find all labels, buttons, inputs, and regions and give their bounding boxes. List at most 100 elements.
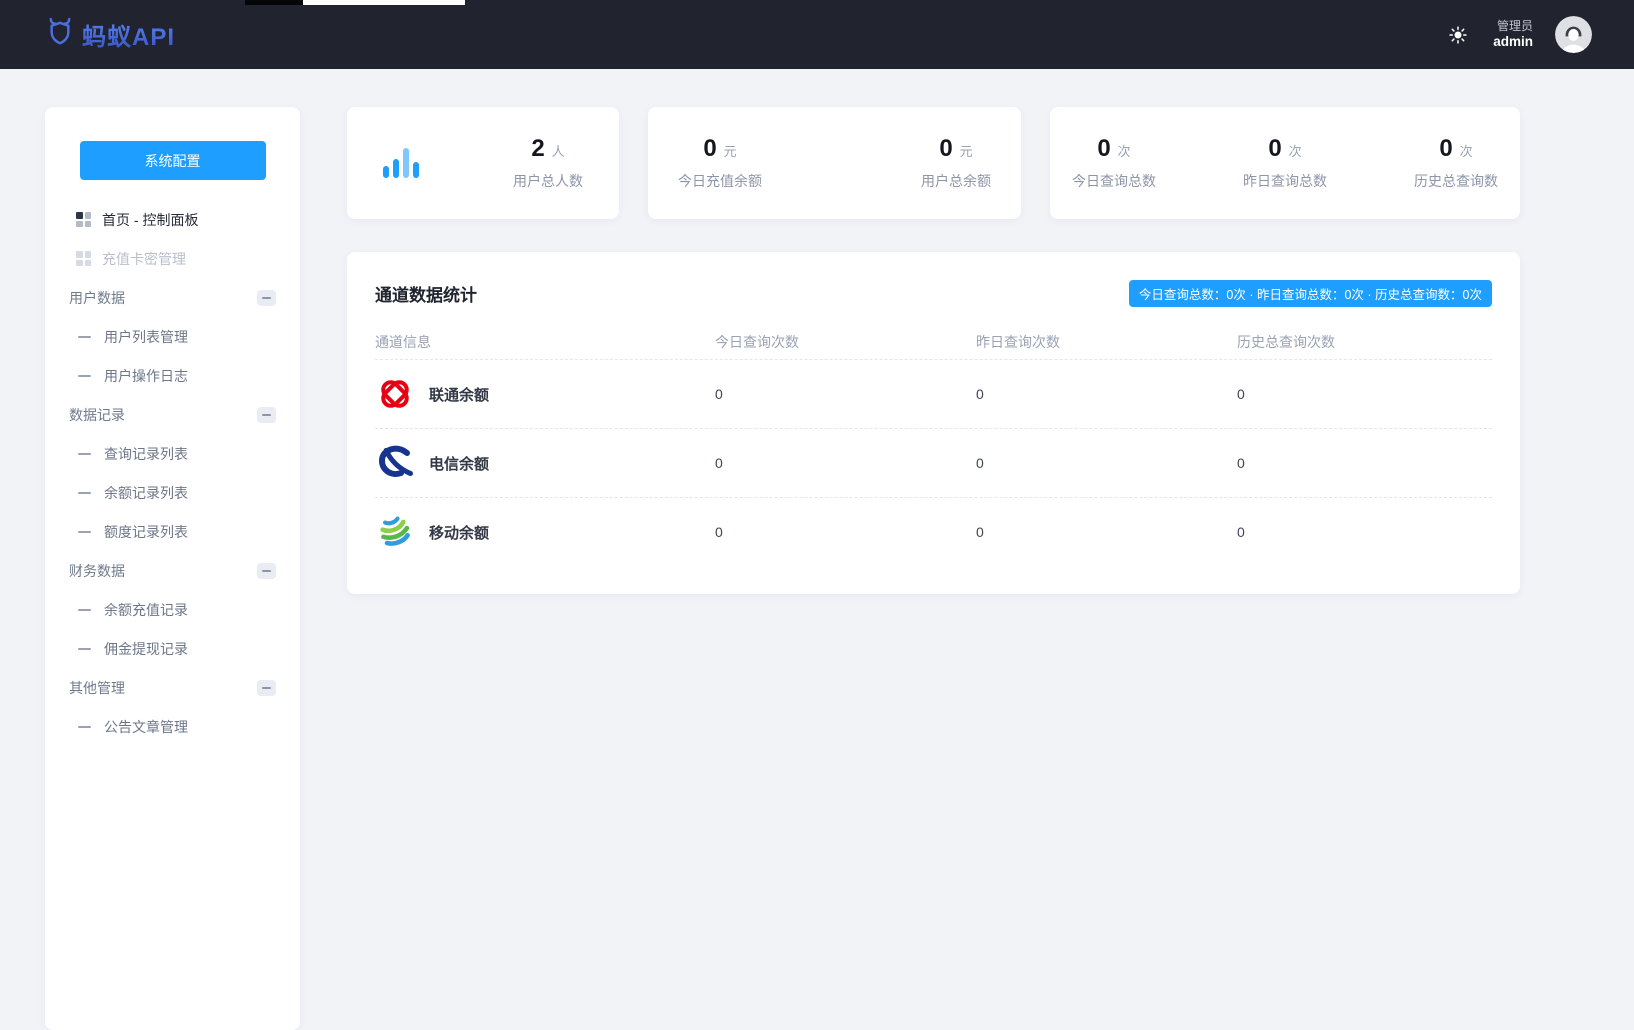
cell-total: 0 xyxy=(1237,386,1245,402)
summary-badge: 今日查询总数：0次 · 昨日查询总数：0次 · 历史总查询数：0次 xyxy=(1128,280,1492,307)
stat-block: 0 次 昨日查询总数 xyxy=(1243,135,1327,191)
stat-label: 用户总人数 xyxy=(513,173,583,189)
stat-label: 今日查询总数 xyxy=(1072,173,1156,189)
user-role: 管理员 xyxy=(1496,18,1533,33)
collapse-minus-icon[interactable] xyxy=(257,406,276,423)
channel-name: 移动余额 xyxy=(429,524,490,542)
cell-total: 0 xyxy=(1237,524,1245,540)
sidebar-section-label: 其他管理 xyxy=(69,679,125,696)
browser-tab-artifact-dark xyxy=(245,0,303,5)
stat-unit: 次 xyxy=(1288,144,1302,159)
sidebar-item-balance-records[interactable]: 余额记录列表 xyxy=(45,473,300,512)
dash-icon xyxy=(78,530,91,533)
stat-unit: 人 xyxy=(551,144,565,159)
col-header-channel: 通道信息 xyxy=(375,334,431,350)
sidebar-item-label: 用户操作日志 xyxy=(104,367,188,384)
stat-card-queries: 0 次 今日查询总数 0 次 昨日查询总数 0 次 历史总查询数 xyxy=(1050,107,1520,219)
dash-icon xyxy=(78,374,91,377)
sidebar-section-other-management[interactable]: 其他管理 xyxy=(45,668,300,707)
stat-label: 今日充值余额 xyxy=(678,173,762,189)
stat-unit: 次 xyxy=(1459,144,1473,159)
sidebar-item-label: 额度记录列表 xyxy=(104,523,188,540)
stat-block: 0 次 历史总查询数 xyxy=(1414,135,1498,191)
stat-block: 0 元 今日充值余额 xyxy=(678,135,762,191)
sidebar-item-label: 充值卡密管理 xyxy=(102,250,186,267)
sidebar-item-quota-records[interactable]: 额度记录列表 xyxy=(45,512,300,551)
collapse-minus-icon[interactable] xyxy=(257,289,276,306)
user-name: admin xyxy=(1493,33,1533,49)
system-config-button[interactable]: 系统配置 xyxy=(79,141,266,180)
sidebar-item-dashboard[interactable]: 首页 - 控制面板 xyxy=(45,200,300,239)
top-navbar: 蚂蚁API 管理员 admin xyxy=(0,0,1634,69)
sidebar-section-label: 用户数据 xyxy=(69,289,125,306)
col-header-today: 今日查询次数 xyxy=(715,334,799,350)
channel-stats-panel: 通道数据统计 今日查询总数：0次 · 昨日查询总数：0次 · 历史总查询数：0次… xyxy=(347,252,1520,594)
cell-today: 0 xyxy=(715,524,723,540)
channel-name: 电信余额 xyxy=(429,455,490,473)
sidebar-section-label: 财务数据 xyxy=(69,562,125,579)
table-row-unicom: 联通余额 0 0 0 xyxy=(375,359,1492,428)
cell-today: 0 xyxy=(715,386,723,402)
panel-title: 通道数据统计 xyxy=(375,286,477,305)
sidebar-item-recharge-records[interactable]: 余额充值记录 xyxy=(45,590,300,629)
channel-table: 通道信息 今日查询次数 昨日查询次数 历史总查询次数 联通余额 0 0 0 电信… xyxy=(375,325,1492,566)
collapse-minus-icon[interactable] xyxy=(257,562,276,579)
stat-value: 0 xyxy=(703,135,717,162)
sidebar-section-user-data[interactable]: 用户数据 xyxy=(45,278,300,317)
china-unicom-logo-icon xyxy=(375,374,415,414)
sidebar-item-label: 余额充值记录 xyxy=(104,601,188,618)
logo-text: 蚂蚁API xyxy=(82,17,175,52)
sidebar-item-label: 首页 - 控制面板 xyxy=(102,211,199,228)
sidebar-section-finance-data[interactable]: 财务数据 xyxy=(45,551,300,590)
app-logo[interactable]: 蚂蚁API xyxy=(45,17,175,52)
col-header-total: 历史总查询次数 xyxy=(1237,334,1335,350)
cell-yesterday: 0 xyxy=(976,524,984,540)
browser-tab-artifact-light xyxy=(303,0,465,5)
sidebar-item-commission-withdrawals[interactable]: 佣金提现记录 xyxy=(45,629,300,668)
dash-icon xyxy=(78,647,91,650)
dash-icon xyxy=(78,608,91,611)
stat-unit: 元 xyxy=(959,144,973,159)
theme-toggle-sun-icon[interactable] xyxy=(1445,22,1471,48)
stat-value: 0 xyxy=(939,135,953,162)
navbar-right: 管理员 admin xyxy=(1445,16,1592,53)
cell-yesterday: 0 xyxy=(976,455,984,471)
dash-icon xyxy=(78,335,91,338)
sidebar-item-query-records[interactable]: 查询记录列表 xyxy=(45,434,300,473)
cell-total: 0 xyxy=(1237,455,1245,471)
stat-label: 昨日查询总数 xyxy=(1243,173,1327,189)
user-info[interactable]: 管理员 admin xyxy=(1493,19,1533,51)
stat-card-users: 2 人 用户总人数 xyxy=(347,107,619,219)
table-row-telecom: 电信余额 0 0 0 xyxy=(375,428,1492,497)
grid-icon xyxy=(76,251,91,266)
avatar[interactable] xyxy=(1555,16,1592,53)
sidebar-item-label: 查询记录列表 xyxy=(104,445,188,462)
stat-card-balances: 0 元 今日充值余额 0 元 用户总余额 xyxy=(648,107,1021,219)
sidebar-item-recharge-cards[interactable]: 充值卡密管理 xyxy=(45,239,300,278)
grid-icon xyxy=(76,212,91,227)
table-header-row: 通道信息 今日查询次数 昨日查询次数 历史总查询次数 xyxy=(375,325,1492,359)
sidebar-item-announcements[interactable]: 公告文章管理 xyxy=(45,707,300,746)
bar-chart-icon xyxy=(383,148,419,178)
stat-unit: 元 xyxy=(723,144,737,159)
sidebar-item-user-list[interactable]: 用户列表管理 xyxy=(45,317,300,356)
stat-value: 0 xyxy=(1268,135,1282,162)
col-header-yesterday: 昨日查询次数 xyxy=(976,334,1060,350)
sidebar-item-user-logs[interactable]: 用户操作日志 xyxy=(45,356,300,395)
stat-block: 2 人 用户总人数 xyxy=(513,135,583,191)
sidebar-section-label: 数据记录 xyxy=(69,406,125,423)
cell-yesterday: 0 xyxy=(976,386,984,402)
stat-block: 0 元 用户总余额 xyxy=(921,135,991,191)
sidebar-section-data-records[interactable]: 数据记录 xyxy=(45,395,300,434)
stat-unit: 次 xyxy=(1117,144,1131,159)
stat-block: 0 次 今日查询总数 xyxy=(1072,135,1156,191)
stat-value: 0 xyxy=(1439,135,1453,162)
china-mobile-logo-icon xyxy=(375,512,415,552)
sidebar: 系统配置 首页 - 控制面板 充值卡密管理 用户数据 用户列表管理 用户操作日志… xyxy=(45,107,300,1030)
collapse-minus-icon[interactable] xyxy=(257,679,276,696)
stat-value: 0 xyxy=(1097,135,1111,162)
dash-icon xyxy=(78,491,91,494)
dash-icon xyxy=(78,452,91,455)
sidebar-menu: 首页 - 控制面板 充值卡密管理 用户数据 用户列表管理 用户操作日志 数据记录… xyxy=(45,200,300,746)
stat-label: 用户总余额 xyxy=(921,173,991,189)
